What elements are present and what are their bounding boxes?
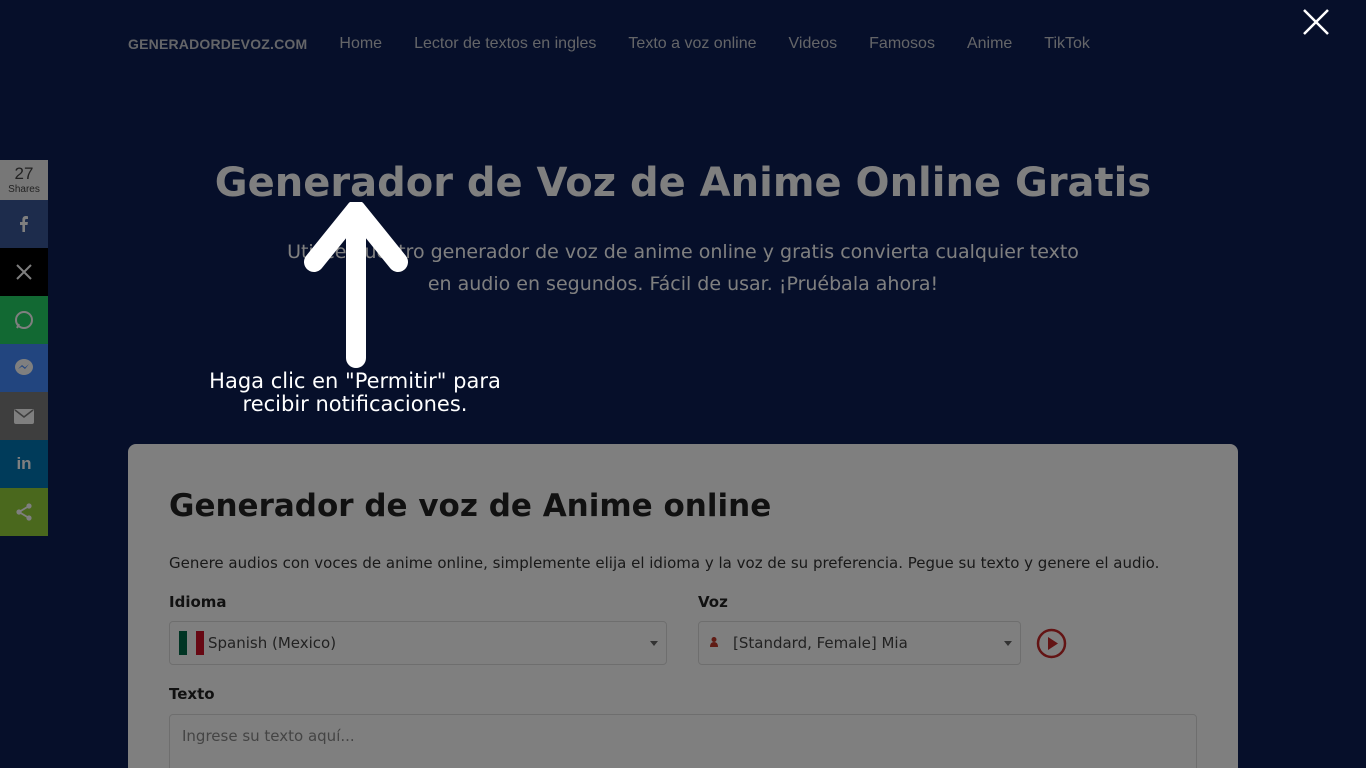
notification-prompt-text: Haga clic en "Permitir" para recibir not… bbox=[209, 369, 501, 416]
arrow-up-icon bbox=[304, 202, 408, 368]
close-overlay-button[interactable] bbox=[1300, 6, 1332, 38]
close-icon bbox=[1303, 9, 1329, 35]
notification-prompt-overlay: Haga clic en "Permitir" para recibir not… bbox=[0, 0, 1366, 768]
